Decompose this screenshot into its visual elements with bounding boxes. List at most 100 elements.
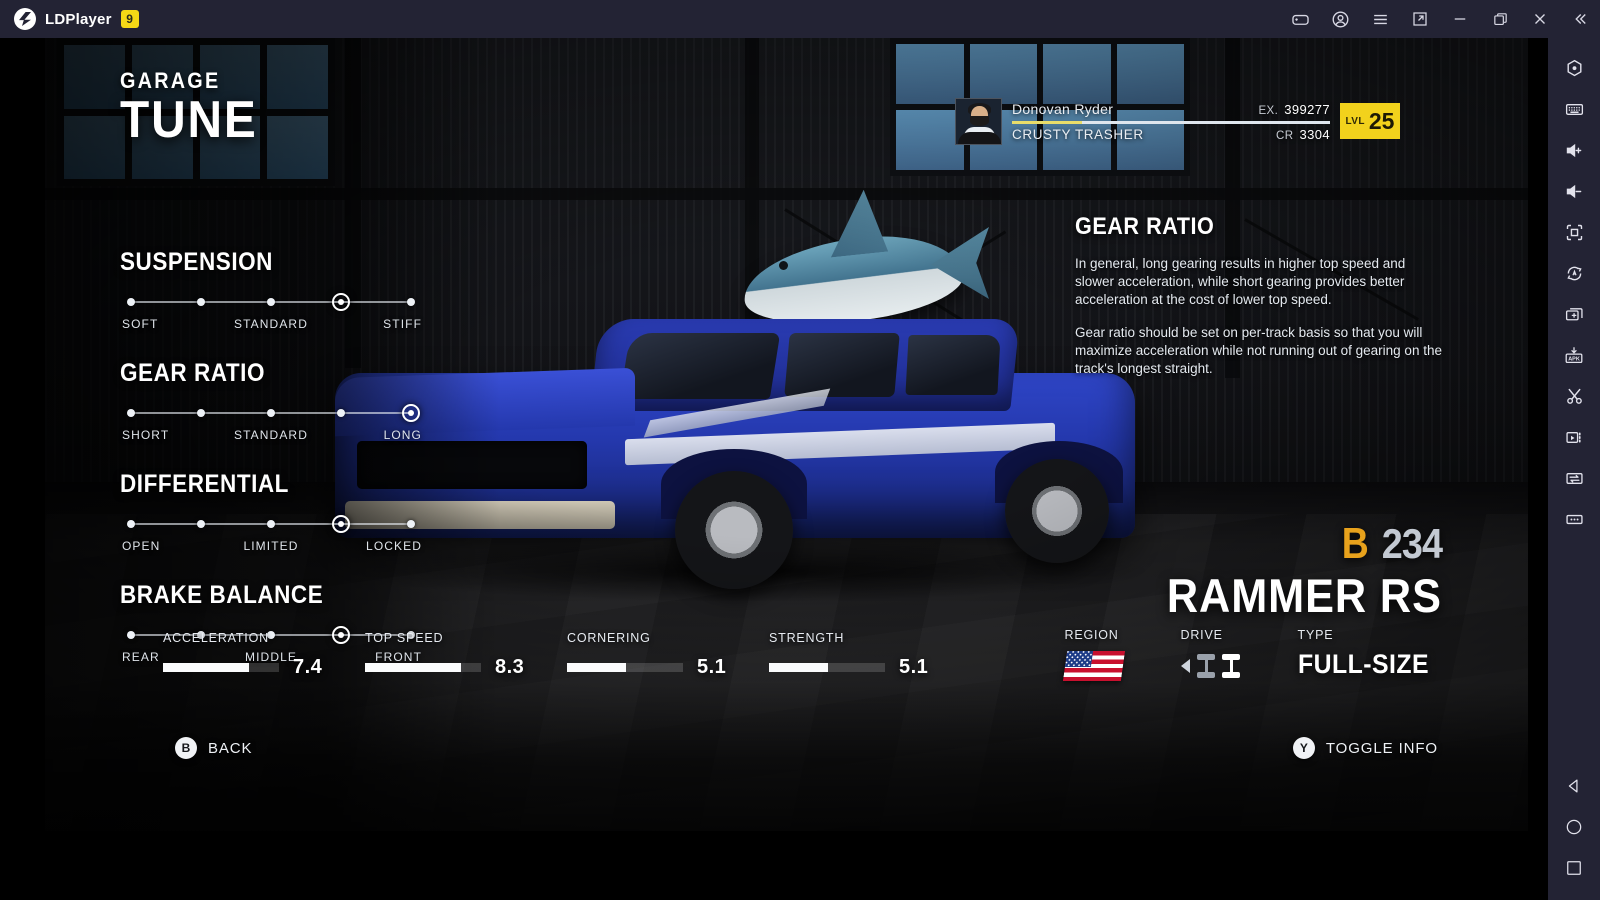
settings-icon[interactable]	[1554, 48, 1594, 89]
slider-dot[interactable]	[267, 298, 275, 306]
car-model-name: RAMMER RS	[1167, 569, 1442, 622]
slider-dot[interactable]	[127, 631, 135, 639]
slider-tick-label: SOFT	[122, 317, 159, 331]
tune-slider[interactable]	[126, 404, 420, 422]
more-icon[interactable]	[1554, 499, 1594, 540]
slider-dot[interactable]	[407, 520, 415, 528]
record-icon[interactable]	[1554, 417, 1594, 458]
svg-text:APK: APK	[1568, 356, 1580, 362]
slider-dot[interactable]	[197, 520, 205, 528]
slider-dot[interactable]	[127, 409, 135, 417]
slider-tick-labels: OPEN LIMITED LOCKED	[122, 539, 421, 555]
car-class-number: 234	[1381, 520, 1443, 568]
info-panel: GEAR RATIO In general, long gearing resu…	[1075, 213, 1445, 392]
stat-strength: STRENGTH 5.1	[769, 631, 971, 679]
drive-block: DRIVE	[1180, 628, 1240, 681]
drive-direction-arrow	[1180, 659, 1190, 673]
avatar	[955, 97, 1002, 145]
shared-folder-icon[interactable]	[1554, 458, 1594, 499]
drive-label: DRIVE	[1180, 628, 1223, 642]
region-block: REGION	[1062, 628, 1125, 681]
collapse-icon[interactable]	[1560, 0, 1600, 38]
close-icon[interactable]	[1520, 0, 1560, 38]
game-hud: GARAGE TUNE Donovan Ryder EX. 399277 CRU…	[45, 38, 1528, 831]
region-label: REGION	[1064, 628, 1119, 642]
tune-slider[interactable]	[126, 293, 416, 311]
slider-tick-label: LOCKED	[366, 539, 422, 553]
slider-tick-label: SHORT	[122, 428, 170, 442]
slider-dot[interactable]	[267, 520, 275, 528]
exp-value: 399277	[1284, 101, 1330, 117]
toggle-info-prompt[interactable]: Y TOGGLE INFO	[1292, 737, 1438, 759]
tune-options-list: SUSPENSION SOFT STANDARD STIFF GEAR RATIO SHO…	[120, 248, 520, 692]
volume-down-icon[interactable]	[1554, 171, 1594, 212]
stat-value: 5.1	[899, 656, 929, 678]
info-paragraph-2: Gear ratio should be set on per-track ba…	[1075, 324, 1442, 377]
player-exp: EX. 399277	[1258, 102, 1330, 117]
slider-tick-label: STANDARD	[234, 317, 308, 331]
slider-knob[interactable]	[332, 293, 350, 311]
keyboard-icon[interactable]	[1554, 89, 1594, 130]
maximize-icon[interactable]	[1480, 0, 1520, 38]
app-brand: LDPlayer 9	[0, 8, 139, 30]
slider-dot[interactable]	[407, 298, 415, 306]
android-home-icon[interactable]	[1554, 806, 1594, 847]
car-stats-row: ACCELERATION 7.4 TOP SPEED 8.3 CORNERING 5.1 S…	[163, 631, 971, 679]
android-recents-icon[interactable]	[1554, 847, 1594, 888]
credits-label: CR	[1276, 129, 1294, 142]
stat-bar-fill	[567, 663, 627, 672]
player-credits: CR 3304	[1276, 127, 1330, 142]
slider-tick-label: REAR	[122, 650, 160, 664]
slider-dot[interactable]	[197, 298, 205, 306]
slider-knob[interactable]	[402, 404, 420, 422]
ldplayer-window: LDPlayer 9 APK GARAGE TUNE Donovan Ryder…	[0, 0, 1600, 900]
version-badge: 9	[120, 10, 139, 28]
stat-bar-fill	[365, 663, 462, 672]
stat-value: 5.1	[697, 656, 727, 678]
level-value: 25	[1368, 107, 1395, 134]
minimize-icon[interactable]	[1440, 0, 1480, 38]
car-class-letter: B	[1341, 519, 1369, 569]
stat-bar-track	[163, 663, 279, 672]
page-title: GARAGE TUNE	[120, 68, 270, 146]
stat-label: ACCELERATION	[163, 631, 269, 645]
screenshot-icon[interactable]	[1554, 376, 1594, 417]
auto-rotate-icon[interactable]	[1554, 253, 1594, 294]
menu-icon[interactable]	[1360, 0, 1400, 38]
slider-dot[interactable]	[267, 409, 275, 417]
exp-label: EX.	[1258, 104, 1279, 117]
emulator-sidebar: APK	[1548, 38, 1600, 900]
back-prompt[interactable]: B BACK	[175, 737, 252, 759]
stat-acceleration: ACCELERATION 7.4	[163, 631, 365, 679]
slider-dot[interactable]	[127, 298, 135, 306]
slider-dot[interactable]	[127, 520, 135, 528]
new-window-icon[interactable]	[1400, 0, 1440, 38]
xp-bar-remainder	[1081, 120, 1330, 124]
front-axle-icon	[1196, 654, 1215, 678]
tune-group-differential: DIFFERENTIAL OPEN LIMITED LOCKED	[120, 470, 520, 555]
window-controls	[1280, 0, 1600, 38]
account-icon[interactable]	[1320, 0, 1360, 38]
android-back-icon[interactable]	[1554, 765, 1594, 806]
slider-knob[interactable]	[332, 515, 350, 533]
tune-group-label: BRAKE BALANCE	[120, 581, 324, 609]
player-card: Donovan Ryder EX. 399277 CRUSTY TRASHER C…	[955, 96, 1400, 146]
volume-up-icon[interactable]	[1554, 130, 1594, 171]
fullscreen-icon[interactable]	[1554, 212, 1594, 253]
slider-tick-label: STANDARD	[234, 428, 308, 442]
slider-dot[interactable]	[337, 409, 345, 417]
slider-dot[interactable]	[197, 409, 205, 417]
slider-tick-labels: SOFT STANDARD STIFF	[122, 317, 421, 333]
y-button-glyph: Y	[1292, 737, 1315, 759]
level-badge: LVL 25	[1340, 103, 1400, 139]
stat-bar-track	[365, 663, 481, 672]
tune-slider[interactable]	[126, 515, 416, 533]
stat-value: 7.4	[293, 656, 323, 678]
gamepad-icon[interactable]	[1280, 0, 1320, 38]
xp-bar	[1012, 120, 1330, 124]
multi-instance-icon[interactable]	[1554, 294, 1594, 335]
install-apk-icon[interactable]: APK	[1554, 335, 1594, 376]
stat-top-speed: TOP SPEED 8.3	[365, 631, 567, 679]
type-label: TYPE	[1297, 628, 1334, 642]
app-name: LDPlayer	[45, 10, 112, 28]
